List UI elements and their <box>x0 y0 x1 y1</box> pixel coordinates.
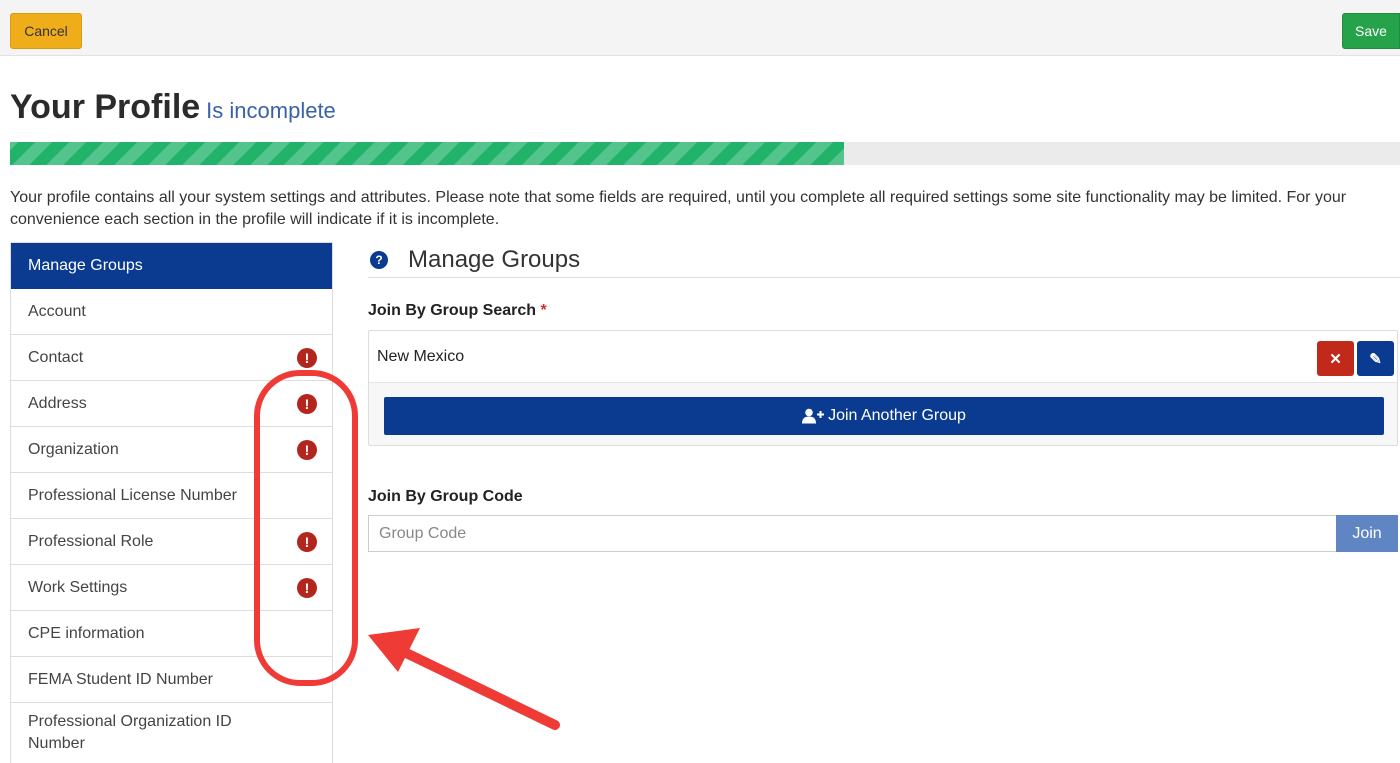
sidebar-item-label: Organization <box>28 440 119 458</box>
user-plus-icon <box>802 408 825 424</box>
sidebar-item-label: Manage Groups <box>28 256 143 274</box>
required-marker: * <box>540 302 547 319</box>
section-title: Manage Groups <box>408 245 581 273</box>
sidebar-item-label: Professional Organization ID Number <box>28 713 232 752</box>
group-search-label-text: Join By Group Search <box>368 302 537 319</box>
sidebar-item-account[interactable]: Account <box>11 289 332 335</box>
sidebar-item-cpe-information[interactable]: CPE information <box>11 611 332 657</box>
sidebar-item-address[interactable]: Address! <box>11 381 332 427</box>
sidebar-item-label: Professional License Number <box>28 486 237 504</box>
incomplete-warning-icon: ! <box>297 393 317 414</box>
annotation-arrow <box>368 628 560 730</box>
sidebar-item-contact[interactable]: Contact! <box>11 335 332 381</box>
incomplete-warning-icon: ! <box>297 577 317 598</box>
close-icon: ✕ <box>1329 350 1342 368</box>
cancel-button[interactable]: Cancel <box>10 13 82 49</box>
sidebar-item-work-settings[interactable]: Work Settings! <box>11 565 332 611</box>
incomplete-warning-icon: ! <box>297 347 317 368</box>
progress-fill <box>10 142 844 165</box>
page-title-text: Your Profile <box>10 88 201 126</box>
sidebar-item-manage-groups[interactable]: Manage Groups <box>11 243 332 289</box>
edit-group-button[interactable]: ✎ <box>1357 341 1394 376</box>
sidebar-item-label: Work Settings <box>28 578 128 596</box>
profile-description: Your profile contains all your system se… <box>10 189 1347 228</box>
profile-sections-nav: Manage Groups Account Contact! Address! Orga… <box>10 242 333 763</box>
group-search-label: Join By Group Search * <box>368 302 547 320</box>
profile-status: Is incomplete <box>206 98 336 123</box>
sidebar-item-organization[interactable]: Organization! <box>11 427 332 473</box>
group-search-box: New Mexico ✕ ✎ Join Another Group <box>368 330 1398 446</box>
remove-group-button[interactable]: ✕ <box>1317 341 1354 376</box>
sidebar-item-label: FEMA Student ID Number <box>28 670 213 688</box>
sidebar-item-professional-license-number[interactable]: Professional License Number <box>11 473 332 519</box>
join-another-group-button[interactable]: Join Another Group <box>384 397 1384 435</box>
help-icon[interactable]: ? <box>370 250 388 269</box>
group-code-label: Join By Group Code <box>368 488 523 505</box>
profile-progress-bar <box>10 142 1400 165</box>
sidebar-item-professional-organization-id-number[interactable]: Professional Organization ID Number <box>11 703 332 763</box>
sidebar-item-label: Address <box>28 394 87 412</box>
sidebar-item-label: Contact <box>28 348 84 366</box>
manage-groups-panel: ? Manage Groups Join By Group Search * N… <box>368 242 1400 552</box>
sidebar-item-professional-role[interactable]: Professional Role! <box>11 519 332 565</box>
selected-group-row: New Mexico ✕ ✎ <box>369 331 1397 383</box>
sidebar-item-label: Professional Role <box>28 532 154 550</box>
top-toolbar: Cancel Save <box>0 0 1400 56</box>
group-code-row: Join <box>368 515 1398 552</box>
pencil-icon: ✎ <box>1369 350 1382 368</box>
group-code-input[interactable] <box>368 515 1336 552</box>
page-title: Your Profile Is incomplete <box>10 88 336 127</box>
incomplete-warning-icon: ! <box>297 439 317 460</box>
save-button[interactable]: Save <box>1342 13 1400 49</box>
incomplete-warning-icon: ! <box>297 531 317 552</box>
join-another-group-label: Join Another Group <box>828 407 966 424</box>
join-button[interactable]: Join <box>1336 515 1398 552</box>
selected-group-name: New Mexico <box>377 347 465 365</box>
sidebar-item-fema-student-id-number[interactable]: FEMA Student ID Number <box>11 657 332 703</box>
section-header: ? Manage Groups <box>368 242 1400 278</box>
sidebar-item-label: CPE information <box>28 624 145 642</box>
sidebar-item-label: Account <box>28 302 86 320</box>
